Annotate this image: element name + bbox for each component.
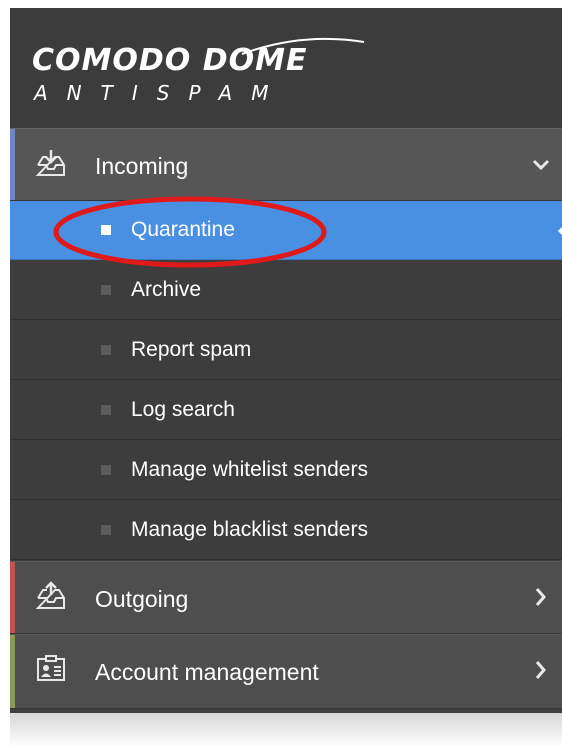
logo-title: COMODO DOME [32, 43, 307, 78]
section-account-management[interactable]: Account management [10, 634, 562, 709]
logo-area: COMODO DOME ANTISPAM [10, 8, 562, 128]
menu-item-manage-blacklist-senders[interactable]: Manage blacklist senders [10, 501, 562, 560]
chevron-right-icon[interactable] [532, 586, 550, 608]
inbox-upload-icon [35, 581, 65, 609]
chevron-down-icon[interactable] [532, 153, 550, 175]
comodo-dome-antispam-logo: COMODO DOME ANTISPAM [32, 37, 365, 105]
section-stripe [10, 635, 15, 708]
menu-item-label: Archive [131, 278, 202, 301]
bullet-icon [101, 525, 111, 535]
bottom-shadow [10, 713, 562, 748]
menu-item-log-search[interactable]: Log search [10, 381, 562, 440]
bullet-icon [101, 465, 111, 475]
menu-item-label: Manage blacklist senders [131, 518, 368, 541]
bullet-icon [101, 285, 111, 295]
bullet-icon [101, 405, 111, 415]
section-stripe [10, 562, 15, 633]
inbox-download-icon [35, 150, 65, 176]
menu-item-label: Manage whitelist senders [131, 458, 368, 481]
sidebar-menu: COMODO DOME ANTISPAM Incoming Quarantine… [10, 8, 562, 713]
section-label: Incoming [95, 153, 189, 179]
logo-subtitle: ANTISPAM [32, 81, 287, 105]
menu-item-label: Report spam [131, 338, 252, 361]
section-label: Outgoing [95, 586, 189, 612]
menu-item-manage-whitelist-senders[interactable]: Manage whitelist senders [10, 441, 562, 500]
section-label: Account management [95, 659, 319, 685]
active-pointer-icon [558, 225, 562, 237]
section-incoming[interactable]: Incoming [10, 128, 562, 201]
chevron-right-icon[interactable] [532, 659, 550, 681]
contact-card-icon [37, 655, 65, 681]
section-outgoing[interactable]: Outgoing [10, 561, 562, 634]
bullet-icon [101, 345, 111, 355]
menu-item-label: Log search [131, 398, 235, 421]
highlight-ellipse [53, 196, 327, 268]
section-stripe [10, 129, 15, 200]
menu-item-report-spam[interactable]: Report spam [10, 321, 562, 380]
